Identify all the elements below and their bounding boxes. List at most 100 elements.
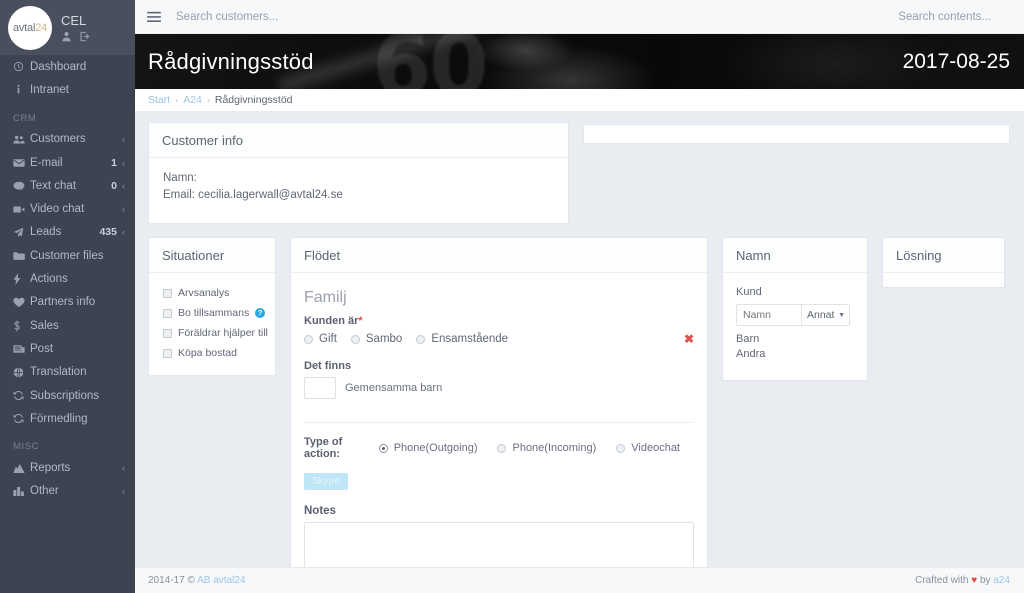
situationer-option-kopa-bostad[interactable]: Köpa bostad [163,347,265,359]
kunden-ar-radio-row: Gift Sambo Ensamstående ✖ [304,332,694,346]
search-customers-input[interactable]: Search customers... [173,11,278,23]
checkbox-icon[interactable] [163,308,172,318]
sidebar-item-text-chat[interactable]: Text chat 0 ‹ [0,174,135,197]
sidebar-item-intranet[interactable]: Intranet [0,78,135,101]
sidebar-item-badge: 1 [111,156,117,169]
kunden-ar-text: Kunden är [304,315,359,327]
paper-plane-icon [13,227,30,238]
relation-select[interactable]: Annat ▼ [802,304,850,326]
comment-icon [13,181,30,191]
chevron-left-icon: ‹ [122,134,125,145]
folder-icon [13,251,30,261]
main-area: Search customers... Search contents... 6… [135,0,1024,593]
radio-icon[interactable] [378,443,388,453]
namn-body: Kund Annat ▼ Barn Andra [723,273,867,380]
sidebar-item-actions[interactable]: Actions [0,267,135,290]
radio-option-phone-incoming[interactable]: Phone(Incoming) [497,442,596,454]
checkbox-icon[interactable] [163,348,172,358]
chevron-left-icon: ‹ [122,204,125,215]
flodet-body: Familj Kunden är* Gift Sambo Ensamståend… [291,273,707,593]
section-divider [304,422,694,423]
losning-panel: Lösning [882,237,1005,288]
breadcrumb-item-start[interactable]: Start [148,94,170,106]
sidebar-item-label: E-mail [30,156,63,169]
logout-icon[interactable] [79,31,90,42]
situationer-option-foraldrar-hjalper-till[interactable]: Föräldrar hjälper till [163,327,268,339]
chevron-left-icon: ‹ [122,227,125,238]
situationer-option-arvsanalys[interactable]: Arvsanalys [163,287,265,299]
checkbox-icon[interactable] [163,328,172,338]
radio-option-ensamstaende[interactable]: Ensamstående [416,333,508,345]
gemensamma-barn-input[interactable] [304,377,336,399]
radio-option-sambo[interactable]: Sambo [350,333,402,345]
flodet-title: Flödet [291,238,707,273]
situationer-option-bo-tillsammans[interactable]: Bo tillsammans ? [163,307,265,319]
breadcrumb-item-a24[interactable]: A24 [183,94,202,106]
sidebar-item-customers[interactable]: Customers ‹ [0,128,135,151]
sidebar-item-partners-info[interactable]: Partners info [0,291,135,314]
radio-icon[interactable] [416,334,426,344]
radio-option-gift[interactable]: Gift [304,333,337,345]
avatar: avtal 24 [8,5,52,50]
situationer-title: Situationer [149,238,275,273]
radio-icon[interactable] [304,334,313,344]
search-contents-input[interactable]: Search contents... [898,11,991,23]
topbar: Search customers... Search contents... [135,0,1024,34]
situationer-option-label: Bo tillsammans [178,307,250,319]
sidebar-user-block[interactable]: avtal 24 CEL [0,0,135,55]
radio-label: Gift [319,333,337,345]
hamburger-icon[interactable] [135,11,173,23]
situationer-panel: Situationer Arvsanalys Bo tillsammans ? [148,237,276,376]
situationer-option-label: Köpa bostad [178,347,237,359]
customer-email-line: Email: cecilia.lagerwall@avtal24.se [163,189,343,201]
radio-icon[interactable] [350,334,360,344]
chevron-left-icon: ‹ [122,486,125,497]
radio-label: Videochat [631,442,680,454]
sidebar-item-label: Customer files [30,249,104,262]
sidebar-item-video-chat[interactable]: Video chat ‹ [0,197,135,220]
namn-line-barn: Barn [736,333,760,345]
flodet-section-title: Familj [304,289,347,306]
footer-credit-prefix: Crafted with [915,575,972,586]
content-row-main: Situationer Arvsanalys Bo tillsammans ? [148,237,1010,593]
hero-date: 2017-08-25 [902,49,1010,73]
app-root: avtal 24 CEL Dashboard Intranet CRM Cust… [0,0,1024,593]
relation-select-value: Annat [807,309,835,321]
radio-icon[interactable] [616,443,626,453]
hero-watermark: 60 [372,34,489,89]
sidebar-item-email[interactable]: E-mail 1 ‹ [0,151,135,174]
sidebar-item-reports[interactable]: Reports ‹ [0,456,135,479]
footer: 2014-17 © AB avtal24 Crafted with ♥ by a… [135,567,1024,593]
radio-label: Phone(Incoming) [512,442,597,454]
remove-icon[interactable]: ✖ [684,332,694,346]
sidebar-item-label: Actions [30,273,68,286]
footer-author-link[interactable]: a24 [993,575,1010,586]
sidebar-item-label: Reports [30,462,71,475]
sidebar-user-actions [61,31,90,42]
sidebar-item-leads[interactable]: Leads 435 ‹ [0,221,135,244]
sidebar-item-other[interactable]: Other ‹ [0,480,135,503]
customer-namn-line: Namn: [163,172,197,184]
sidebar-item-customer-files[interactable]: Customer files [0,244,135,267]
sidebar-item-translation[interactable]: Translation [0,361,135,384]
help-icon[interactable]: ? [255,308,265,318]
radio-label: Phone(Outgoing) [393,442,478,454]
user-icon[interactable] [61,31,72,42]
sidebar-item-post[interactable]: Post [0,337,135,360]
sidebar-item-formedling[interactable]: Förmedling [0,407,135,430]
sidebar-item-dashboard[interactable]: Dashboard [0,55,135,78]
radio-option-phone-outgoing[interactable]: Phone(Outgoing) [378,442,478,454]
envelope-icon [13,158,30,168]
losning-title: Lösning [883,238,1004,273]
namn-title: Namn [723,238,867,273]
sidebar-item-subscriptions[interactable]: Subscriptions [0,384,135,407]
radio-option-videochat[interactable]: Videochat [616,442,680,454]
footer-company-link[interactable]: AB avtal24 [197,575,245,586]
skype-button[interactable]: Skype [304,473,348,490]
checkbox-icon[interactable] [163,288,172,298]
sidebar-item-sales[interactable]: Sales [0,314,135,337]
namn-input[interactable] [736,304,802,326]
radio-icon[interactable] [497,443,507,453]
globe-icon [13,367,30,378]
sidebar-item-label: Intranet [30,83,69,96]
